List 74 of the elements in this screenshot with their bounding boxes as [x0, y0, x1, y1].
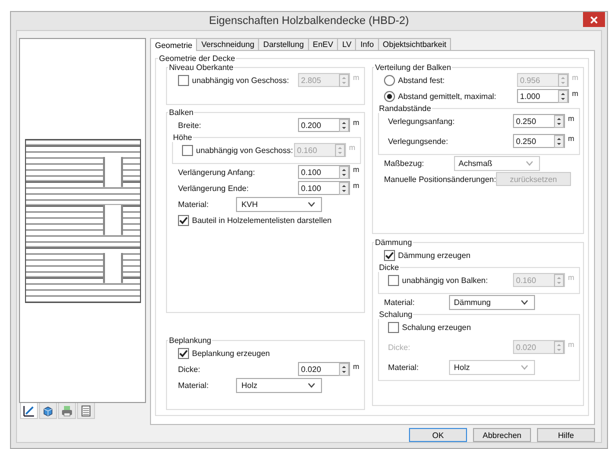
field-label: Dicke:	[178, 364, 200, 374]
radio-button[interactable]	[384, 90, 395, 102]
chevron-down-icon	[308, 382, 316, 388]
checkbox-label[interactable]: Schalung erzeugen	[388, 322, 471, 332]
field-label: Material:	[178, 380, 209, 390]
field-label: Material:	[178, 200, 209, 208]
checked-checkbox[interactable]	[178, 348, 189, 358]
tab[interactable]: EnEV	[308, 38, 338, 50]
number-field[interactable]: 0.020	[298, 362, 350, 376]
field-label: Material:	[384, 298, 415, 306]
group-title: Geometrie der Decke	[158, 54, 236, 63]
number-field[interactable]: 0.200	[298, 118, 350, 132]
checkbox-label[interactable]: Bauteil in Holzelementelisten darstellen	[178, 214, 332, 226]
radio-option[interactable]: Abstand gemittelt, maximal:	[384, 90, 496, 102]
window-title: Eigenschaften Holzbalkendecke (HBD-2)	[209, 15, 409, 27]
field-label: Dicke:	[388, 342, 410, 352]
chevron-down-icon	[520, 364, 528, 370]
spin-arrows-icon[interactable]	[339, 182, 349, 194]
close-button[interactable]	[583, 12, 605, 27]
checkbox[interactable]	[388, 322, 399, 332]
checkbox-label[interactable]: Dämmung erzeugen	[384, 250, 470, 260]
tab[interactable]: LV	[337, 38, 356, 50]
checked-checkbox[interactable]	[178, 214, 189, 226]
spin-arrows-icon[interactable]	[554, 134, 564, 148]
group-title: Beplankung	[168, 336, 212, 345]
field-label: Verlängerung Ende:	[178, 184, 249, 192]
spin-arrows-icon[interactable]	[339, 166, 349, 178]
group-title: Verteilung der Balken	[374, 63, 452, 72]
tab[interactable]: Verschneidung	[196, 38, 260, 50]
field-label: Verlegungsanfang:	[388, 116, 455, 126]
dialog-button[interactable]: Abbrechen	[473, 428, 531, 442]
group-title: Randabstände	[378, 104, 432, 113]
spin-arrows-icon[interactable]	[558, 90, 568, 102]
field-label: Verlegungsende:	[388, 136, 448, 146]
spin-arrows-icon[interactable]	[339, 362, 349, 376]
tab[interactable]: Darstellung	[258, 38, 309, 50]
tab[interactable]: Geometrie	[150, 38, 198, 51]
number-field[interactable]: 0.100	[298, 165, 350, 179]
number-field[interactable]: 1.000	[517, 89, 569, 103]
field-label: Manuelle Positionsänderungen:	[384, 174, 496, 184]
dialog-button[interactable]: OK	[409, 428, 467, 442]
spin-arrows-icon[interactable]	[339, 118, 349, 132]
field-label: Maßbezug:	[384, 158, 424, 168]
group-title: Balken	[168, 108, 194, 117]
group-title: Höhe	[172, 133, 194, 142]
printer-icon	[61, 404, 73, 416]
number-field[interactable]: 0.250	[513, 134, 565, 148]
list-icon	[80, 404, 92, 416]
chevron-down-icon	[520, 300, 528, 304]
number-field[interactable]: 0.100	[298, 181, 350, 195]
group-title: Niveau Oberkante	[168, 63, 234, 72]
field-label: Breite:	[178, 120, 202, 130]
checked-checkbox[interactable]	[384, 250, 395, 260]
dialog-button[interactable]: Hilfe	[537, 428, 595, 442]
field-label: Verlängerung Anfang:	[178, 168, 255, 176]
view-tab[interactable]	[39, 403, 57, 419]
checkbox-label[interactable]: Beplankung erzeugen	[178, 348, 270, 358]
dropdown[interactable]: Dämmung	[448, 294, 535, 310]
field-label: Material:	[388, 362, 419, 372]
chevron-down-icon	[526, 160, 533, 166]
number-field[interactable]: 0.250	[513, 114, 565, 128]
group-title: Dämmung	[374, 238, 413, 247]
close-icon	[590, 16, 598, 24]
pencil-icon	[23, 404, 35, 416]
view-tab[interactable]	[20, 403, 38, 419]
cube-icon	[42, 404, 54, 416]
dropdown[interactable]: Holz	[236, 378, 322, 392]
chevron-down-icon	[308, 202, 316, 206]
spin-arrows-icon[interactable]	[554, 114, 564, 128]
group-title: Schalung	[378, 310, 414, 319]
tab[interactable]: Objektsichtbarkeit	[378, 38, 452, 50]
tab[interactable]: Info	[355, 38, 379, 50]
group-title: Dicke	[378, 263, 400, 272]
dropdown[interactable]: KVH	[236, 196, 322, 212]
